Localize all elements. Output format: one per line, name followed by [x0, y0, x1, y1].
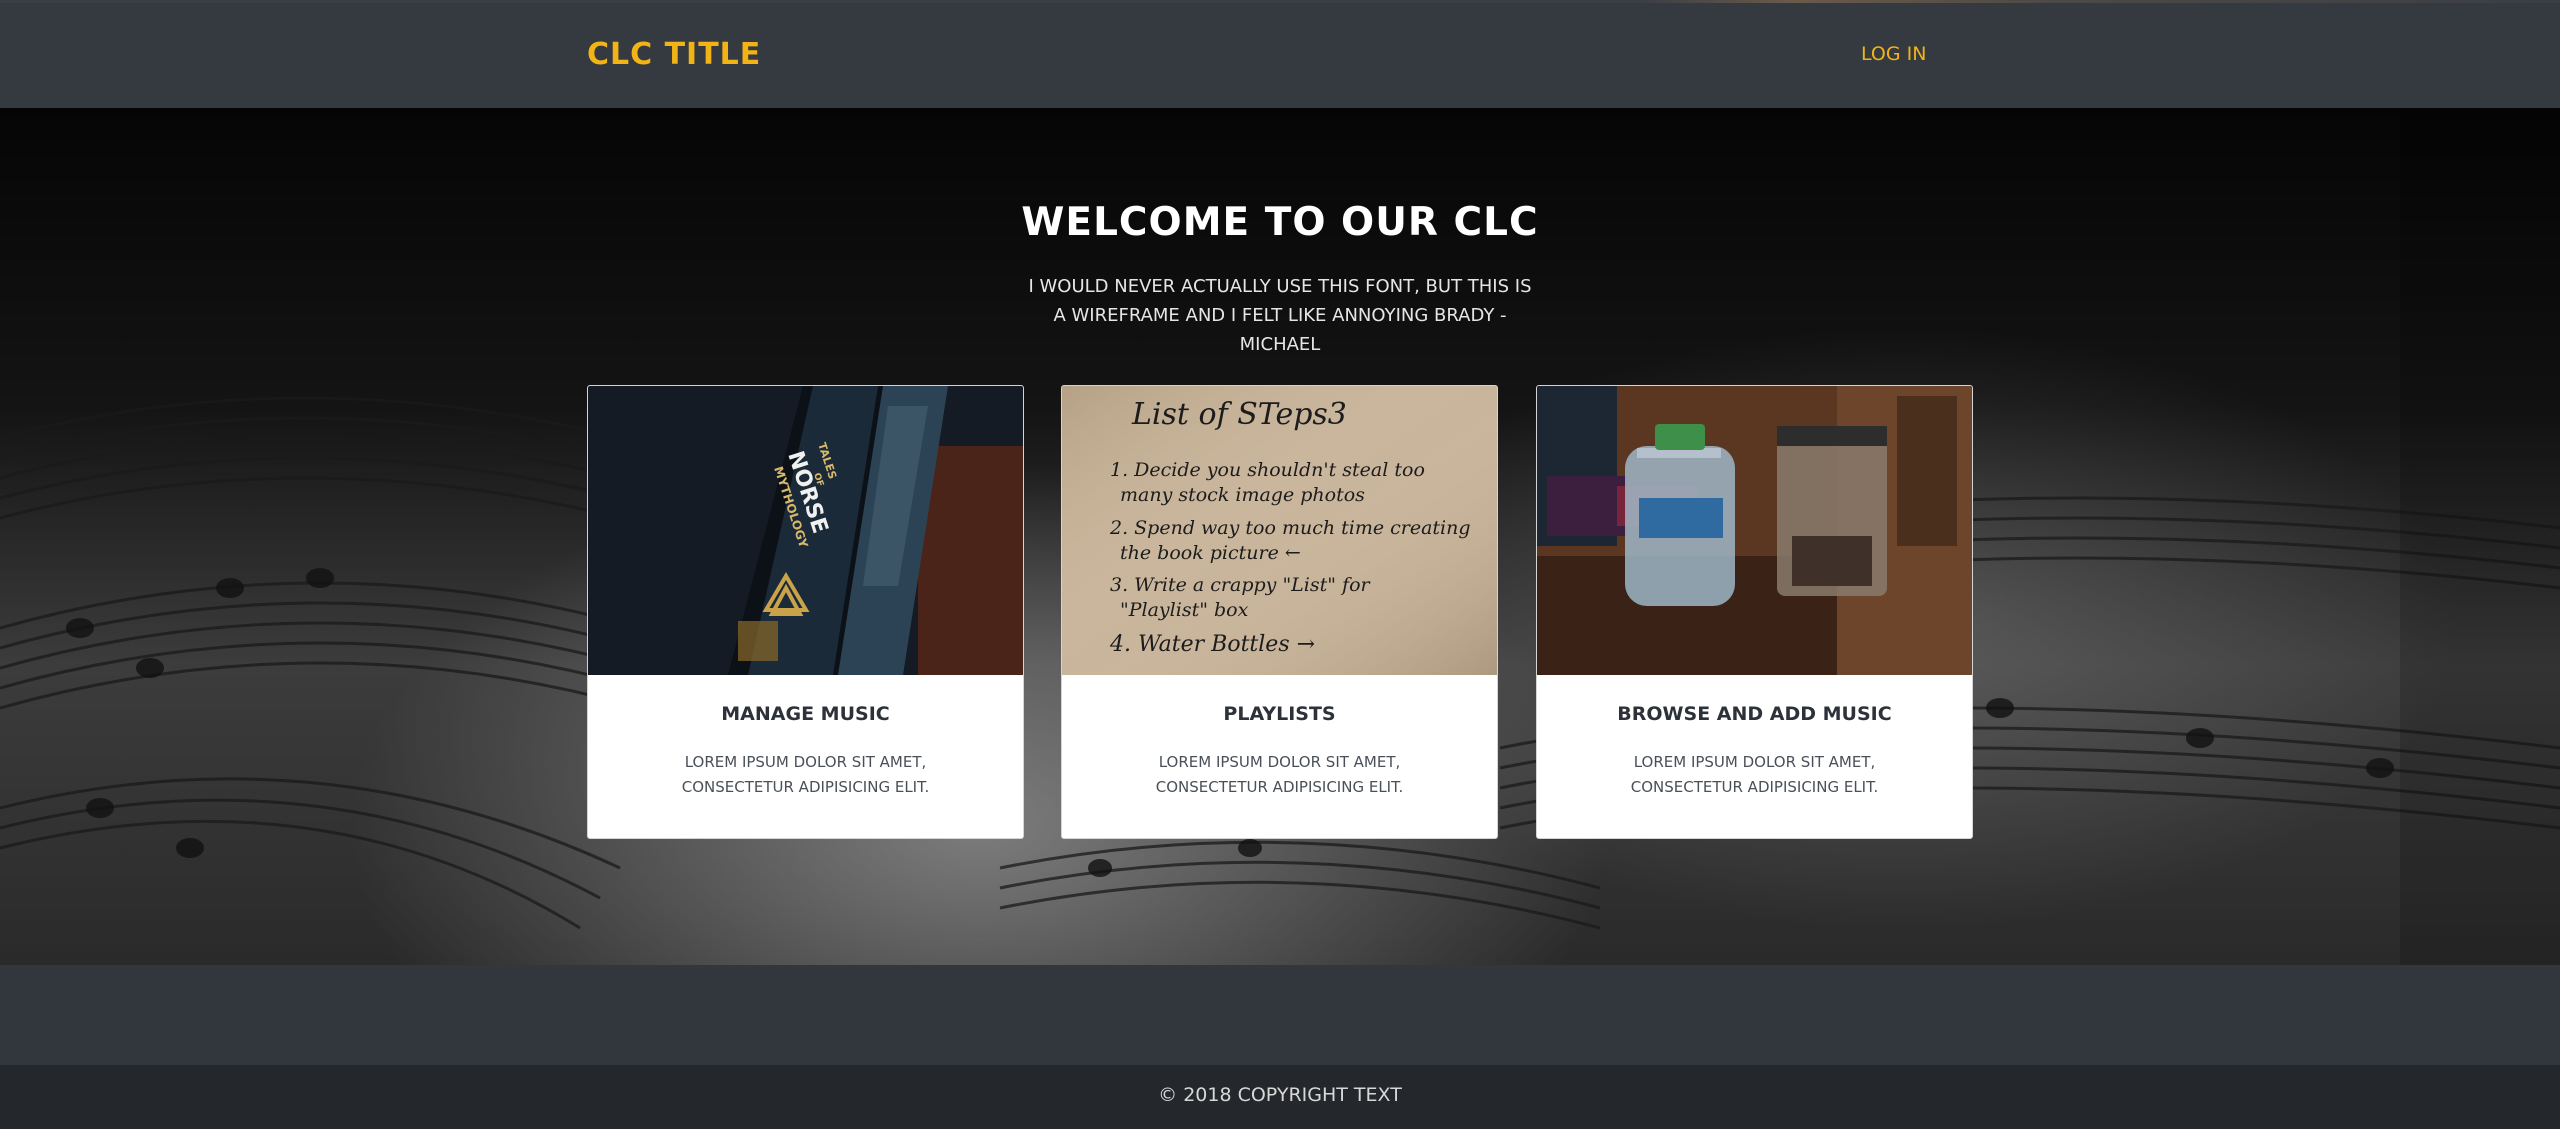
note-line-7: "Playlist" box [1120, 599, 1249, 621]
brand-link[interactable]: CLC TITLE [587, 37, 761, 72]
hero-title: WELCOME TO OUR CLC [1021, 200, 1539, 245]
card-title: MANAGE MUSIC [721, 703, 890, 725]
note-line-8: 4. Water Bottles → [1109, 632, 1315, 657]
card-text: LOREM IPSUM DOLOR SIT AMET, CONSECTETUR … [681, 753, 930, 796]
hero-section: WELCOME TO OUR CLC I WOULD NEVER ACTUALL… [0, 108, 2560, 965]
card-title: BROWSE AND ADD MUSIC [1617, 703, 1892, 725]
navbar: CLC TITLE LOG IN [0, 3, 2560, 108]
note-line-5: the book picture ← [1120, 542, 1301, 564]
note-line-6: 3. Write a crappy "List" for [1110, 574, 1372, 596]
card-text: LOREM IPSUM DOLOR SIT AMET, CONSECTETUR … [1155, 753, 1404, 796]
note-line-2: 1. Decide you shouldn't steal too [1110, 459, 1425, 481]
hero-subtitle: I WOULD NEVER ACTUALLY USE THIS FONT, BU… [1028, 276, 1532, 355]
card-browse-add-music[interactable]: BROWSE AND ADD MUSIC LOREM IPSUM DOLOR S… [1536, 385, 1973, 839]
login-link[interactable]: LOG IN [1861, 43, 1926, 65]
footer: © 2018 COPYRIGHT TEXT [0, 1065, 2560, 1129]
handwritten-list-image: List of STeps3 1. Decide you shouldn't s… [1062, 386, 1497, 675]
water-bottles-image [1537, 386, 1972, 675]
norse-mythology-book-image: TALES OF NORSE MYTHOLOGY [588, 386, 1023, 675]
copyright-text: © 2018 COPYRIGHT TEXT [1158, 1084, 1402, 1106]
note-line-4: 2. Spend way too much time creating [1109, 517, 1471, 539]
note-line-3: many stock image photos [1120, 484, 1365, 506]
card-text: LOREM IPSUM DOLOR SIT AMET, CONSECTETUR … [1630, 753, 1879, 796]
card-title: PLAYLISTS [1223, 703, 1336, 725]
note-line-1: List of STeps3 [1131, 397, 1347, 432]
card-playlists[interactable]: List of STeps3 1. Decide you shouldn't s… [1061, 385, 1498, 839]
card-manage-music[interactable]: TALES OF NORSE MYTHOLOGY MANAGE MUSIC LO… [587, 385, 1024, 839]
content-spacer [0, 965, 2560, 1065]
